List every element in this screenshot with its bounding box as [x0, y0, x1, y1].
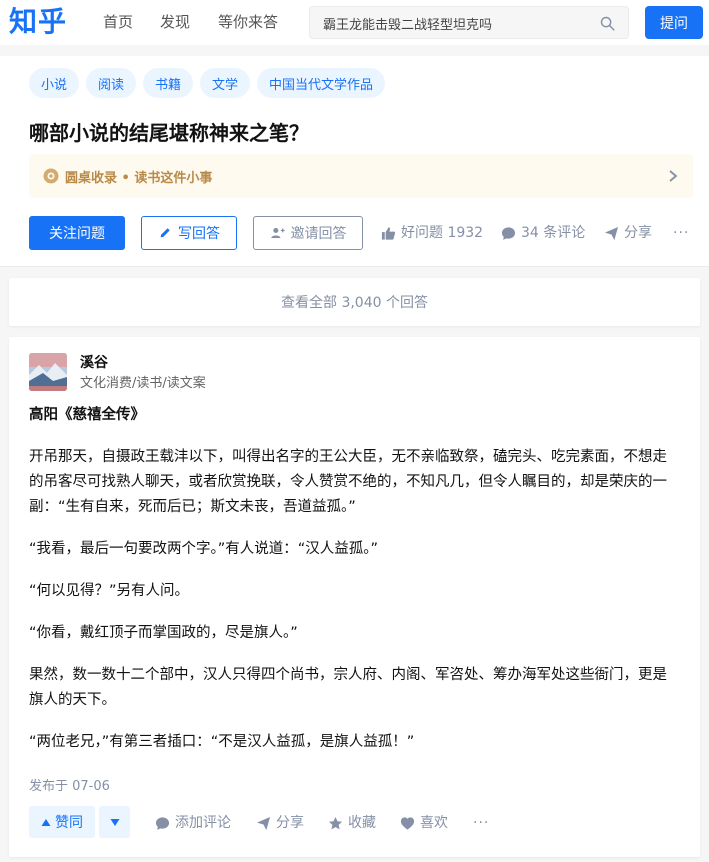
upvote-label: 赞同 [55, 815, 83, 831]
topic-tag[interactable]: 中国当代文学作品 [257, 68, 386, 98]
topic-tag[interactable]: 小说 [29, 68, 80, 98]
nav-waiting-answers[interactable]: 等你来答 [218, 12, 278, 32]
topic-tag[interactable]: 书籍 [143, 68, 194, 98]
like-label: 喜欢 [420, 815, 448, 831]
more-options-icon[interactable]: ··· [673, 224, 689, 242]
comment-icon [501, 226, 516, 240]
topic-tag[interactable]: 文学 [200, 68, 251, 98]
chevron-right-icon [669, 170, 678, 182]
follow-question-button[interactable]: 关注问题 [29, 216, 125, 250]
answer-paragraph: “何以见得？”另有人问。 [29, 583, 190, 599]
share-icon [604, 226, 619, 240]
topic-tag[interactable]: 阅读 [86, 68, 137, 98]
author-name[interactable]: 溪谷 [80, 352, 108, 372]
nav-home[interactable]: 首页 [103, 12, 133, 32]
question-header: 小说 阅读 书籍 文学 中国当代文学作品 哪部小说的结尾堪称神来之笔？ 圆桌收录… [0, 56, 709, 267]
answer-paragraph: 开吊那天，自摄政王载沣以下，叫得出名字的王公大臣，无不亲临致祭，磕完头、吃完素面… [29, 449, 667, 515]
triangle-up-icon [41, 818, 51, 826]
zhihu-logo[interactable]: 知乎 [9, 4, 67, 40]
nav-explore[interactable]: 发现 [160, 12, 190, 32]
view-all-answers-button[interactable]: 查看全部 3,040 个回答 [9, 278, 700, 326]
search-box[interactable]: 霸王龙能击毁二战轻型坦克吗 [309, 6, 629, 39]
add-comment-button[interactable]: 添加评论 [155, 814, 231, 832]
roundtable-icon [43, 168, 59, 184]
add-comment-label: 添加评论 [175, 815, 231, 831]
answer-share-label: 分享 [276, 815, 304, 831]
answer-paragraph: 果然，数一数十二个部中，汉人只得四个尚书，宗人府、内阁、军咨处、筹办海军处这些衙… [29, 667, 667, 708]
answer-paragraph: “你看，戴红顶子而掌国政的，尽是旗人。” [29, 625, 298, 641]
avatar-image [29, 353, 67, 391]
question-share-button[interactable]: 分享 [604, 224, 652, 242]
search-icon[interactable] [599, 15, 616, 32]
thumbs-up-icon [381, 226, 396, 240]
like-button[interactable]: 喜欢 [400, 814, 448, 832]
collect-button[interactable]: 收藏 [328, 814, 376, 832]
answer-card: 溪谷 文化消费/读书/读文案 高阳《慈禧全传》 开吊那天，自摄政王载沣以下，叫得… [9, 337, 700, 857]
answer-paragraph: “两位老兄，”有第三者插口：“不是汉人益孤，是旗人益孤！” [29, 734, 415, 750]
publish-date[interactable]: 发布于 07-06 [29, 775, 110, 794]
invite-answer-label: 邀请回答 [290, 226, 347, 242]
answer-share-button[interactable]: 分享 [256, 814, 304, 832]
upvote-button[interactable]: 赞同 [29, 806, 95, 838]
ask-question-button[interactable]: 提问 [645, 6, 703, 39]
pencil-icon [160, 228, 170, 238]
write-answer-button[interactable]: 写回答 [141, 216, 237, 250]
share-icon [256, 816, 271, 830]
top-navbar: 知乎 首页 发现 等你来答 霸王龙能击毁二战轻型坦克吗 提问 [0, 0, 709, 45]
answer-paragraph: “我看，最后一句要改两个字。”有人说道：“汉人益孤。” [29, 541, 379, 557]
invite-answer-button[interactable]: 邀请回答 [253, 216, 363, 250]
question-comments-button[interactable]: 34 条评论 [501, 224, 585, 242]
collection-label: 圆桌收录 • 读书这件小事 [65, 171, 213, 186]
heart-icon [400, 816, 415, 830]
triangle-down-icon [110, 818, 119, 826]
question-title: 哪部小说的结尾堪称神来之笔？ [29, 121, 309, 145]
question-share-label: 分享 [624, 225, 652, 241]
roundtable-collection-banner[interactable]: 圆桌收录 • 读书这件小事 [29, 154, 693, 198]
author-bio: 文化消费/读书/读文案 [80, 376, 206, 391]
write-answer-label: 写回答 [178, 226, 220, 242]
good-question-label: 好问题 1932 [401, 225, 484, 241]
question-comments-label: 34 条评论 [521, 225, 586, 241]
search-input[interactable]: 霸王龙能击毁二战轻型坦克吗 [323, 14, 492, 33]
collect-label: 收藏 [348, 815, 376, 831]
comment-icon [155, 816, 170, 830]
add-user-icon [270, 228, 285, 238]
downvote-button[interactable] [99, 806, 130, 838]
avatar[interactable] [29, 353, 67, 391]
star-icon [328, 816, 343, 829]
more-options-icon[interactable]: ··· [473, 814, 489, 832]
answer-paragraph: 高阳《慈禧全传》 [29, 407, 145, 423]
good-question-button[interactable]: 好问题 1932 [381, 224, 483, 242]
